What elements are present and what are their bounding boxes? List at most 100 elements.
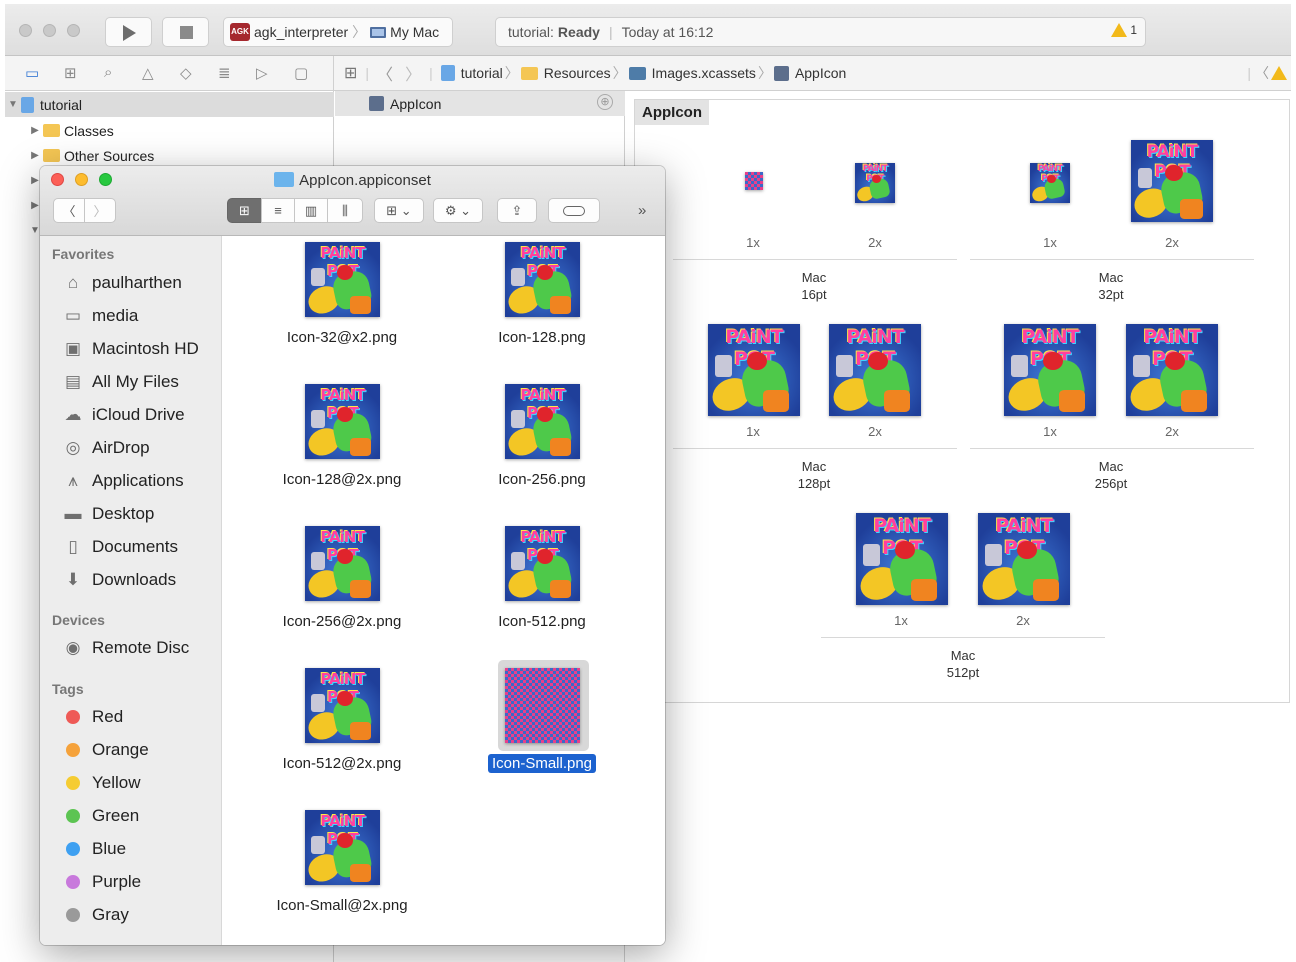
- symbol-navigator-icon[interactable]: ⊞: [64, 64, 77, 82]
- sidebar-item-downloads[interactable]: ⬇ Downloads: [62, 568, 176, 592]
- zoom-window-button[interactable]: [67, 24, 80, 37]
- sidebar-item-applications[interactable]: ⩚ Applications: [62, 469, 183, 493]
- list-view-button[interactable]: ≡: [261, 198, 295, 223]
- sidebar-tag-orange[interactable]: Orange: [62, 738, 149, 762]
- icon-well-16-1x[interactable]: [745, 172, 763, 190]
- share-button[interactable]: ⇪: [497, 198, 537, 223]
- file-name[interactable]: Icon-256.png: [442, 471, 642, 488]
- add-circle-icon[interactable]: ⊕: [597, 94, 613, 110]
- file-name[interactable]: Icon-32@x2.png: [242, 329, 442, 346]
- back-button[interactable]: 〈: [53, 198, 85, 223]
- icon-well-512-1x[interactable]: PAiNT POT: [856, 513, 948, 605]
- icon-well-256-1x[interactable]: PAiNT POT: [1004, 324, 1096, 416]
- related-items-icon[interactable]: ⊞: [344, 63, 357, 83]
- breakpoint-navigator-icon[interactable]: ▷: [256, 64, 268, 82]
- jump-bar-group[interactable]: Resources: [544, 65, 611, 81]
- toolbar-overflow-button[interactable]: »: [638, 202, 646, 219]
- icon-well-32-2x[interactable]: PAiNT POT: [1131, 140, 1213, 222]
- file-thumbnail[interactable]: PAiNT POT: [505, 384, 580, 459]
- file-name[interactable]: Icon-128.png: [442, 329, 642, 346]
- project-navigator-icon[interactable]: ▭: [25, 64, 39, 82]
- jump-bar-appicon[interactable]: AppIcon: [795, 65, 846, 81]
- jump-bar-catalog[interactable]: Images.xcassets: [652, 65, 756, 81]
- debug-navigator-icon[interactable]: ≣: [218, 64, 231, 82]
- jump-bar-project[interactable]: tutorial: [461, 65, 503, 81]
- sidebar-tag-yellow[interactable]: Yellow: [62, 771, 141, 795]
- disclosure-closed-icon[interactable]: ▶: [27, 125, 43, 136]
- disclosure-closed-icon[interactable]: ▶: [27, 150, 43, 161]
- scheme-selector[interactable]: AGK agk_interpreter 〉 My Mac: [223, 17, 453, 47]
- asset-list-item-appicon[interactable]: AppIcon ⊕: [335, 91, 625, 116]
- file-name-selected[interactable]: Icon-Small.png: [442, 754, 642, 773]
- file-name[interactable]: Icon-512.png: [442, 613, 642, 630]
- sidebar-item-documents[interactable]: ▯ Documents: [62, 535, 178, 559]
- sidebar-tag-red[interactable]: Red: [62, 705, 123, 729]
- disclosure-open-icon[interactable]: ▼: [5, 99, 21, 110]
- file-name[interactable]: Icon-128@2x.png: [242, 471, 442, 488]
- icon-view-button[interactable]: ⊞: [227, 198, 262, 223]
- file-thumbnail[interactable]: PAiNT POT: [505, 526, 580, 601]
- sidebar-tag-green[interactable]: Green: [62, 804, 139, 828]
- tags-header: Tags: [52, 681, 84, 697]
- minimize-window-button[interactable]: [43, 24, 56, 37]
- find-navigator-icon[interactable]: ⌕: [104, 64, 112, 81]
- share-icon: ⇪: [511, 202, 523, 218]
- warnings-badge[interactable]: 1: [1111, 23, 1137, 37]
- warning-icon[interactable]: [1271, 66, 1287, 80]
- icon-well-128-1x[interactable]: PAiNT POT: [708, 324, 800, 416]
- group-size: 16pt: [801, 287, 827, 302]
- disk-icon: ▣: [64, 339, 82, 358]
- arrange-icon: ⊞ ⌄: [386, 202, 412, 218]
- sidebar-item-airdrop[interactable]: ◎ AirDrop: [62, 436, 150, 460]
- forward-button[interactable]: 〉: [84, 198, 116, 223]
- file-name[interactable]: Icon-Small@2x.png: [242, 897, 442, 914]
- file-thumbnail[interactable]: PAiNT POT: [305, 526, 380, 601]
- sidebar-item-all-my-files[interactable]: ▤ All My Files: [62, 370, 179, 394]
- run-button[interactable]: [105, 17, 152, 47]
- sidebar-item-home[interactable]: ⌂ paulharthen: [62, 271, 182, 295]
- test-navigator-icon[interactable]: ◇: [180, 64, 192, 82]
- file-name[interactable]: Icon-256@2x.png: [242, 613, 442, 630]
- file-thumbnail[interactable]: PAiNT POT: [305, 810, 380, 885]
- sidebar-item-label: Green: [92, 806, 140, 825]
- file-thumbnail-selected[interactable]: [505, 668, 580, 743]
- icon-well-256-2x[interactable]: PAiNT POT: [1126, 324, 1218, 416]
- cover-flow-button[interactable]: ⫼: [327, 198, 363, 223]
- arrange-button[interactable]: ⊞ ⌄: [374, 198, 424, 223]
- forward-icon[interactable]: 〉: [405, 61, 421, 85]
- file-thumbnail[interactable]: PAiNT POT: [305, 668, 380, 743]
- report-navigator-icon[interactable]: ▢: [294, 64, 308, 82]
- icon-well-128-2x[interactable]: PAiNT POT: [829, 324, 921, 416]
- stop-button[interactable]: [162, 17, 209, 47]
- sidebar-tag-blue[interactable]: Blue: [62, 837, 126, 861]
- file-thumbnail[interactable]: PAiNT POT: [305, 384, 380, 459]
- sidebar-item-desktop[interactable]: ▬ Desktop: [62, 502, 155, 526]
- tag-color-dot: [66, 809, 80, 823]
- navigator-row-other-sources[interactable]: ▶ Other Sources: [5, 143, 334, 168]
- navigator-row-classes[interactable]: ▶ Classes: [5, 118, 334, 143]
- issue-navigator-icon[interactable]: △: [142, 64, 154, 82]
- file-thumbnail[interactable]: PAiNT POT: [505, 242, 580, 317]
- close-window-button[interactable]: [19, 24, 32, 37]
- icon-well-16-2x[interactable]: PAiNT POT: [855, 163, 895, 203]
- sidebar-tag-purple[interactable]: Purple: [62, 870, 141, 894]
- gear-icon: ⚙ ⌄: [444, 202, 472, 218]
- navigator-row-project[interactable]: ▼ tutorial: [5, 92, 334, 117]
- sidebar-item-remote-disc[interactable]: ◉ Remote Disc: [62, 636, 190, 660]
- sidebar-item-label: Yellow: [92, 773, 141, 792]
- icon-well-512-2x[interactable]: PAiNT POT: [978, 513, 1070, 605]
- file-thumbnail[interactable]: PAiNT POT: [305, 242, 380, 317]
- back-icon[interactable]: 〈: [377, 61, 393, 85]
- edit-tags-button[interactable]: [548, 198, 600, 223]
- home-icon: ⌂: [67, 273, 79, 292]
- previous-issue-icon[interactable]: 〈: [1255, 63, 1269, 83]
- action-button[interactable]: ⚙ ⌄: [433, 198, 483, 223]
- sidebar-item-media[interactable]: ▭ media: [62, 304, 138, 328]
- file-name[interactable]: Icon-512@2x.png: [242, 755, 442, 772]
- icon-well-32-1x[interactable]: PAiNT POT: [1030, 163, 1070, 203]
- column-view-button[interactable]: ▥: [294, 198, 328, 223]
- sidebar-item-macintosh-hd[interactable]: ▣ Macintosh HD: [62, 337, 199, 361]
- sidebar-item-icloud-drive[interactable]: ☁ iCloud Drive: [62, 403, 185, 427]
- sidebar-tag-gray[interactable]: Gray: [62, 903, 129, 927]
- tag-icon: [563, 205, 585, 216]
